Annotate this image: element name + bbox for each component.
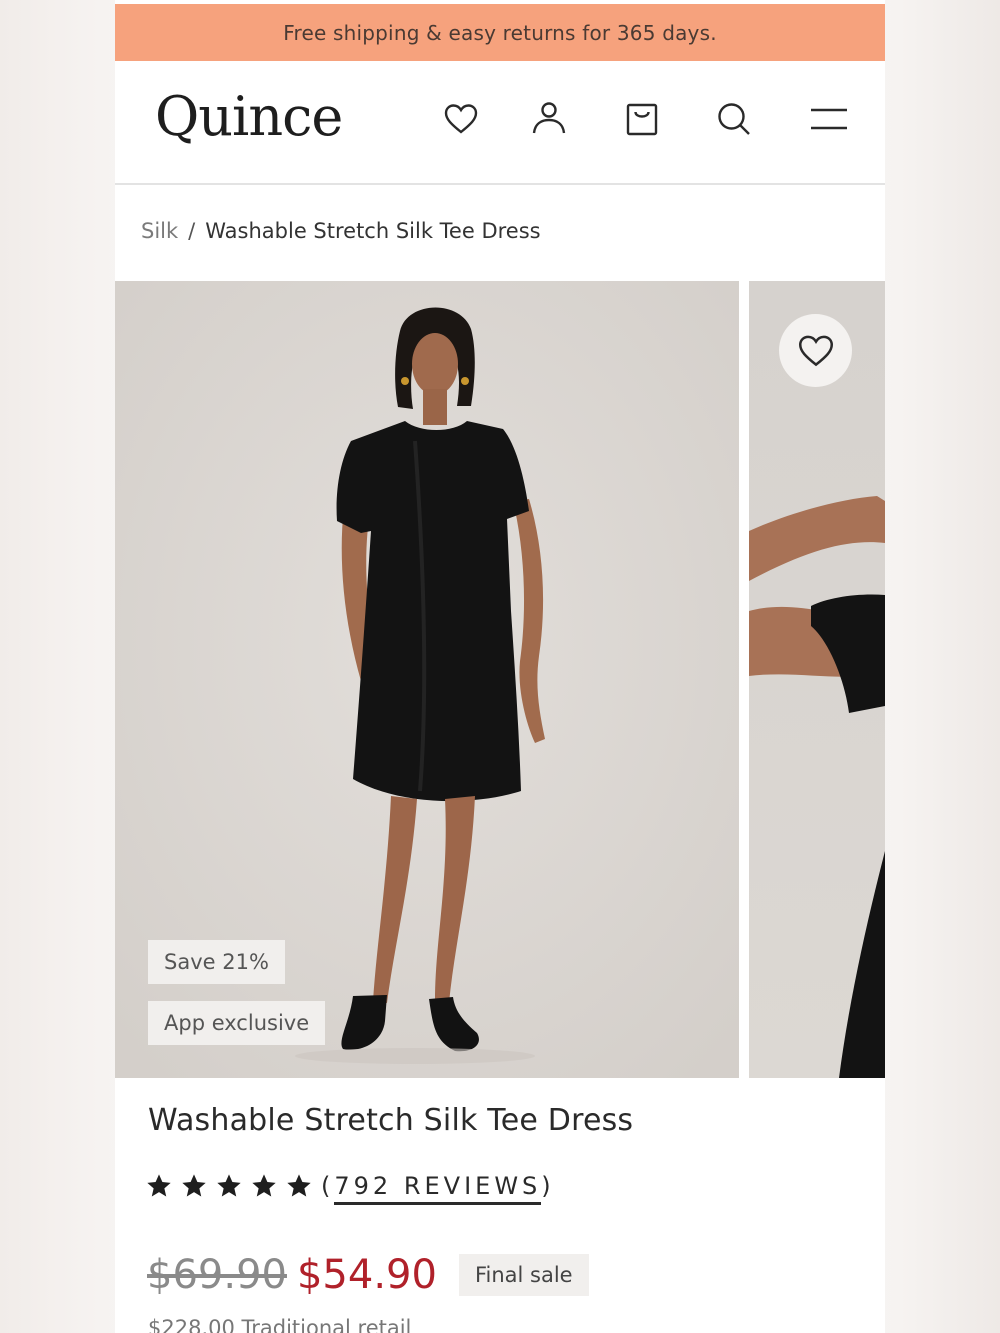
- reviews-count[interactable]: (792 REVIEWS): [321, 1172, 555, 1200]
- app-screen: Free shipping & easy returns for 365 day…: [115, 0, 885, 1333]
- star-icon: [180, 1172, 208, 1200]
- promo-text: Free shipping & easy returns for 365 day…: [283, 21, 717, 45]
- breadcrumb-current: Washable Stretch Silk Tee Dress: [205, 219, 540, 243]
- reviews-link[interactable]: 792 REVIEWS: [334, 1172, 541, 1205]
- model-arm-photo-illustration: [749, 281, 885, 1078]
- product-image-carousel[interactable]: Save 21% App exclusive: [115, 281, 885, 1078]
- product-image-main[interactable]: Save 21% App exclusive: [115, 281, 739, 1078]
- account-user-icon[interactable]: [527, 97, 571, 141]
- final-sale-badge: Final sale: [459, 1254, 589, 1296]
- brand-logo[interactable]: Quince: [155, 85, 342, 148]
- wishlist-heart-icon[interactable]: [439, 97, 483, 141]
- product-rating[interactable]: (792 REVIEWS): [145, 1172, 555, 1200]
- price-row: $69.90 $54.90 Final sale: [147, 1252, 589, 1298]
- favorite-heart-button[interactable]: [779, 314, 852, 387]
- search-icon[interactable]: [712, 97, 756, 141]
- sale-price: $54.90: [297, 1252, 437, 1298]
- shopping-bag-icon[interactable]: [620, 97, 664, 141]
- breadcrumb: Silk / Washable Stretch Silk Tee Dress: [141, 219, 541, 243]
- promo-banner[interactable]: Free shipping & easy returns for 365 day…: [115, 4, 885, 61]
- app-header: Quince: [115, 61, 885, 185]
- star-icon: [250, 1172, 278, 1200]
- app-exclusive-badge: App exclusive: [148, 1001, 325, 1045]
- reviews-close-paren: ): [541, 1172, 554, 1200]
- product-image-next[interactable]: [749, 281, 885, 1078]
- product-title: Washable Stretch Silk Tee Dress: [148, 1103, 633, 1138]
- breadcrumb-separator: /: [188, 219, 195, 243]
- menu-icon[interactable]: [807, 97, 851, 141]
- star-icon: [285, 1172, 313, 1200]
- star-icon: [145, 1172, 173, 1200]
- heart-icon: [795, 330, 837, 372]
- traditional-retail-price: $228.00 Traditional retail: [148, 1316, 411, 1333]
- original-price: $69.90: [147, 1252, 287, 1298]
- rating-stars: [145, 1172, 313, 1200]
- star-icon: [215, 1172, 243, 1200]
- save-badge: Save 21%: [148, 940, 285, 984]
- breadcrumb-silk-link[interactable]: Silk: [141, 219, 178, 243]
- reviews-open-paren: (: [321, 1172, 334, 1200]
